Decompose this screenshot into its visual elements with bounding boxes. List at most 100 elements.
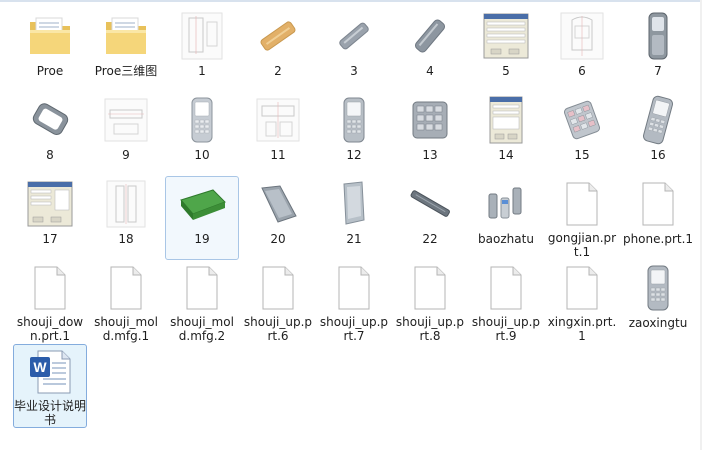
file-item[interactable]: 9 <box>89 92 163 176</box>
file-item[interactable]: shouji_up.prt.7 <box>317 260 391 344</box>
file-label: xingxin.prt.1 <box>547 315 617 343</box>
file-item[interactable]: 1 <box>165 8 239 92</box>
file-label: 11 <box>270 148 286 162</box>
file-item[interactable]: 21 <box>317 176 391 260</box>
blank-file-icon <box>554 263 610 312</box>
file-item[interactable]: xingxin.prt.1 <box>545 260 619 344</box>
gray-plate-thumbnail-icon <box>250 179 306 229</box>
file-label: shouji_up.prt.8 <box>395 315 465 343</box>
phone-thumbnail-icon <box>326 95 382 145</box>
file-item[interactable]: shouji_mold.mfg.2 <box>165 260 239 344</box>
file-label: 15 <box>574 148 590 162</box>
exploded-thumbnail-icon <box>478 179 534 229</box>
blank-file-icon <box>98 263 154 312</box>
file-label: 7 <box>654 64 662 78</box>
file-item-highlighted[interactable]: W 毕业设计说明书 <box>13 344 87 428</box>
gray-bar-thumbnail-icon <box>402 11 458 61</box>
file-label: 12 <box>346 148 362 162</box>
file-item[interactable]: zaoxingtu <box>621 260 695 344</box>
file-label: 3 <box>350 64 358 78</box>
file-item[interactable]: 7 <box>621 8 695 92</box>
file-label: 6 <box>578 64 586 78</box>
dialog-thumbnail-icon <box>478 11 534 61</box>
file-item[interactable]: 4 <box>393 8 467 92</box>
file-label: 毕业设计说明书 <box>14 399 87 427</box>
file-label: 1 <box>198 64 206 78</box>
file-item[interactable]: 3 <box>317 8 391 92</box>
file-label: zaoxingtu <box>628 316 688 330</box>
phone-thumbnail-icon <box>630 263 686 313</box>
drawing-thumbnail-icon <box>98 179 154 229</box>
gray-plate-thumbnail-icon <box>326 179 382 229</box>
phone-thumbnail-icon <box>174 95 230 145</box>
drawing-thumbnail-icon <box>250 95 306 145</box>
file-item[interactable]: Proe <box>13 8 87 92</box>
file-label: 22 <box>422 232 438 246</box>
toolbar-edge <box>0 0 702 2</box>
file-label: phone.prt.1 <box>622 232 694 246</box>
file-item[interactable]: 11 <box>241 92 315 176</box>
file-label: 9 <box>122 148 130 162</box>
blank-file-icon <box>478 263 534 312</box>
file-item[interactable]: shouji_up.prt.8 <box>393 260 467 344</box>
file-label: 5 <box>502 64 510 78</box>
file-item[interactable]: 22 <box>393 176 467 260</box>
file-label: 17 <box>42 232 58 246</box>
green-mold-thumbnail-icon <box>174 179 230 229</box>
keypad-color-thumbnail-icon <box>554 95 610 145</box>
file-label: 8 <box>46 148 54 162</box>
file-item[interactable]: shouji_up.prt.6 <box>241 260 315 344</box>
file-item[interactable]: 13 <box>393 92 467 176</box>
keypad-thumbnail-icon <box>402 95 458 145</box>
file-item[interactable]: 10 <box>165 92 239 176</box>
gray-bar-thumbnail-icon <box>402 179 458 229</box>
file-item-selected[interactable]: 19 <box>165 176 239 260</box>
file-label: gongjian.prt.1 <box>547 231 617 259</box>
gray-bar-thumbnail-icon <box>326 11 382 61</box>
blank-file-icon <box>22 263 78 312</box>
file-item[interactable]: baozhatu <box>469 176 543 260</box>
file-item[interactable]: shouji_mold.mfg.1 <box>89 260 163 344</box>
file-item[interactable]: shouji_down.prt.1 <box>13 260 87 344</box>
file-label: shouji_mold.mfg.1 <box>94 315 158 343</box>
file-item[interactable]: 6 <box>545 8 619 92</box>
file-item[interactable]: phone.prt.1 <box>621 176 695 260</box>
file-item[interactable]: shouji_up.prt.9 <box>469 260 543 344</box>
file-label: shouji_up.prt.9 <box>471 315 541 343</box>
file-label: 18 <box>118 232 134 246</box>
file-label: 21 <box>346 232 362 246</box>
file-label: baozhatu <box>478 232 534 246</box>
drawing-thumbnail-icon <box>174 11 230 61</box>
file-item[interactable]: Proe三维图 <box>89 8 163 92</box>
blank-file-icon <box>174 263 230 312</box>
file-label: shouji_up.prt.7 <box>319 315 389 343</box>
orange-bar-thumbnail-icon <box>250 11 306 61</box>
file-item[interactable]: 18 <box>89 176 163 260</box>
file-item[interactable]: 14 <box>469 92 543 176</box>
file-label: 19 <box>194 232 210 246</box>
file-label: shouji_mold.mfg.2 <box>170 315 234 343</box>
file-item[interactable]: 8 <box>13 92 87 176</box>
file-item[interactable]: 12 <box>317 92 391 176</box>
file-label: 2 <box>274 64 282 78</box>
blank-file-icon <box>326 263 382 312</box>
file-item[interactable]: 17 <box>13 176 87 260</box>
folder-icon <box>22 11 78 61</box>
file-item[interactable]: 5 <box>469 8 543 92</box>
phone-thumbnail-icon <box>630 95 686 145</box>
file-item[interactable]: 20 <box>241 176 315 260</box>
file-item[interactable]: 2 <box>241 8 315 92</box>
file-grid: Proe Proe三维图 1 2 3 4 5 6 7 8 9 10 11 12 … <box>12 8 693 428</box>
svg-text:W: W <box>33 359 47 375</box>
blank-file-icon <box>250 263 306 312</box>
file-item[interactable]: 16 <box>621 92 695 176</box>
file-label: Proe <box>36 64 64 78</box>
drawing-thumbnail-icon <box>98 95 154 145</box>
drawing-thumbnail-icon <box>554 11 610 61</box>
word-document-icon: W <box>22 347 78 396</box>
file-item[interactable]: gongjian.prt.1 <box>545 176 619 260</box>
file-item[interactable]: 15 <box>545 92 619 176</box>
phone-frame-thumbnail-icon <box>22 95 78 145</box>
file-label: 13 <box>422 148 438 162</box>
file-label: 16 <box>650 148 666 162</box>
